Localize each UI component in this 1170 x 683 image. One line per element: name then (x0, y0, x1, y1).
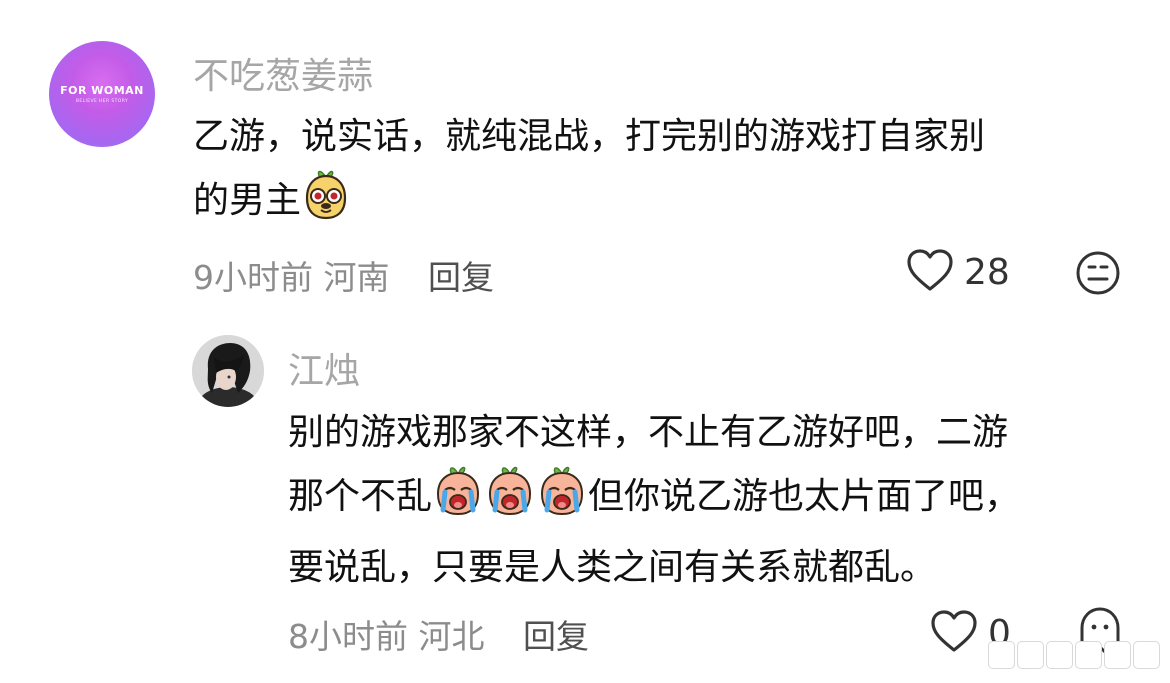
comment-line-2-prefix: 那个不乱 (288, 476, 433, 517)
watermark-box (1017, 641, 1044, 669)
avatar-tagline-text: BELIEVE HER STORY (75, 99, 129, 104)
comment-location: 河南 (323, 258, 390, 297)
reply-button[interactable]: 回复 (428, 258, 494, 297)
username[interactable]: 不吃葱姜蒜 (193, 47, 373, 99)
avatar[interactable]: FOR WOMAN BELIEVE HER STORY (49, 41, 155, 147)
comment-line-2-text: 的男主 (193, 180, 302, 221)
comment-line-2-suffix: 但你说乙游也太片面了吧， (588, 476, 1021, 517)
like-button[interactable]: 28 (906, 248, 1010, 296)
comment-line-3: 要说乱，只要是人类之间有关系就都乱。 (288, 547, 937, 588)
watermark-box (1104, 641, 1131, 669)
comment-text: 别的游戏那家不这样，不止有乙游好吧，二游 那个不乱 但你说乙游也太片面了吧， 要… (288, 401, 1020, 599)
comment-meta: 9小时前 河南 回复 (193, 251, 494, 299)
comment-line-2: 那个不乱 但你说乙游也太片面了吧， (288, 464, 1020, 536)
watermark-box (988, 641, 1015, 669)
comment-time: 8小时前 (288, 617, 408, 656)
username[interactable]: 江烛 (288, 342, 360, 394)
comment-line-2: 的男主 (193, 168, 985, 240)
heart-outline-icon (906, 248, 954, 296)
comment-location: 河北 (418, 617, 485, 656)
dark-hair-person-avatar (192, 335, 264, 407)
avatar[interactable] (192, 335, 264, 407)
watermark-box (1133, 641, 1160, 669)
watermark-overlay (988, 641, 1160, 669)
comment-line-1: 乙游，说实话，就纯混战，打完别的游戏打自家别 (193, 116, 986, 157)
watermark-box (1075, 641, 1102, 669)
comment-text: 乙游，说实话，就纯混战，打完别的游戏打自家别 的男主 (193, 105, 985, 240)
heart-outline-icon (930, 609, 978, 657)
neutral-face-icon[interactable] (1075, 250, 1121, 300)
comment-meta: 8小时前 河北 回复 (288, 610, 589, 658)
reply-button[interactable]: 回复 (523, 617, 589, 656)
comment-time: 9小时前 (193, 258, 313, 297)
watermark-box (1046, 641, 1073, 669)
crying-face-emoji (484, 464, 536, 536)
avatar-brand-text: FOR WOMAN (60, 84, 144, 97)
like-count: 28 (964, 251, 1010, 293)
crying-face-emoji (536, 464, 588, 536)
dog-face-emoji (301, 168, 351, 240)
comment-line-1: 别的游戏那家不这样，不止有乙游好吧，二游 (288, 412, 1009, 453)
crying-face-emoji (432, 464, 484, 536)
